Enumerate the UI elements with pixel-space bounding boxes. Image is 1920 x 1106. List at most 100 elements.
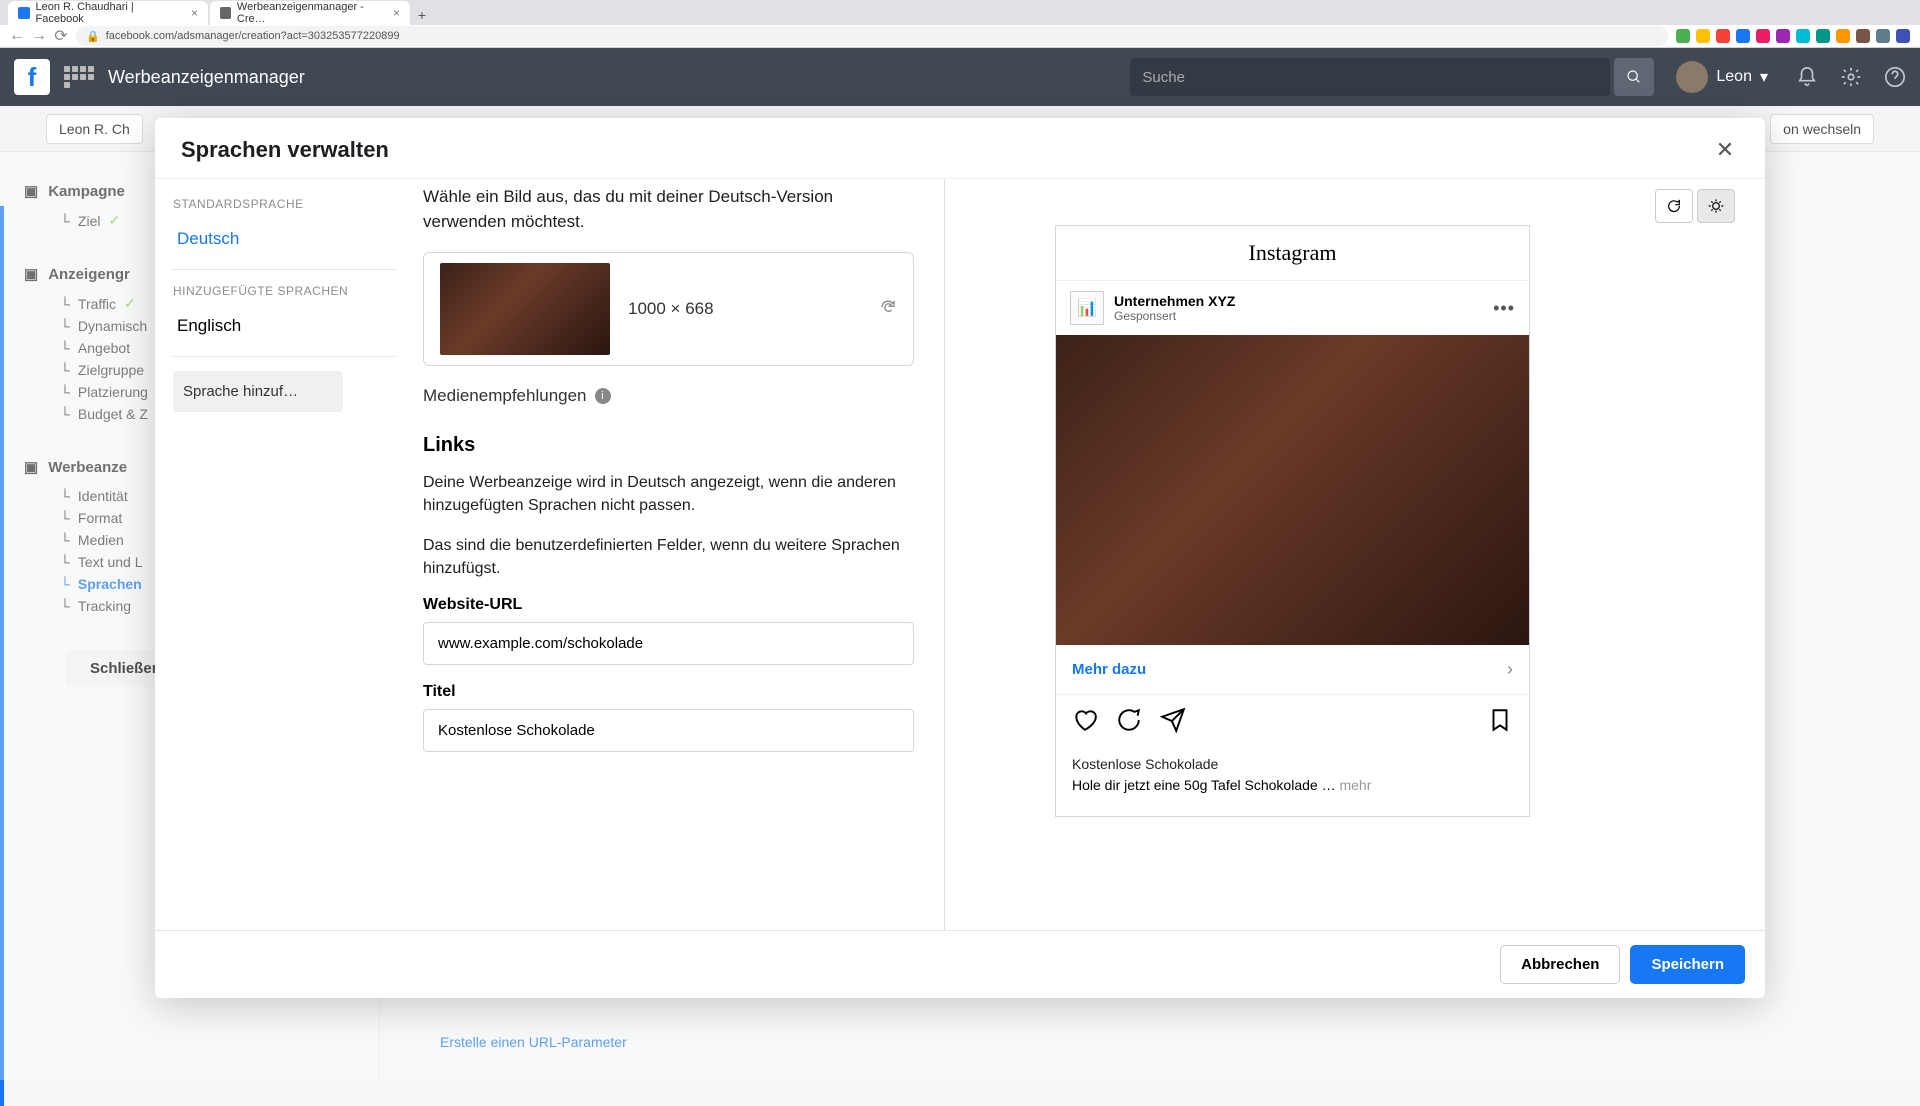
comment-icon[interactable] — [1116, 707, 1142, 738]
url-text: facebook.com/adsmanager/creation?act=303… — [106, 30, 400, 42]
ext-icon[interactable] — [1716, 29, 1730, 43]
ext-icon[interactable] — [1756, 29, 1770, 43]
topnav-icons — [1796, 66, 1906, 88]
top-nav: f Werbeanzeigenmanager Suche Leon ▾ — [0, 48, 1920, 106]
extension-icons — [1676, 29, 1910, 43]
ext-icon[interactable] — [1896, 29, 1910, 43]
title-label: Titel — [423, 683, 914, 701]
modal-header: Sprachen verwalten ✕ — [155, 118, 1765, 179]
refresh-icon[interactable] — [879, 298, 897, 321]
ad-image — [1056, 335, 1529, 645]
center-column: Wähle ein Bild aus, das du mit deiner De… — [405, 179, 945, 930]
instruction-text: Wähle ein Bild aus, das du mit deiner De… — [423, 185, 914, 234]
divider — [173, 356, 395, 357]
ig-actions — [1056, 695, 1529, 750]
lang-englisch[interactable]: Englisch — [173, 310, 395, 342]
reload-button[interactable]: ⟳ — [54, 29, 68, 43]
reload-preview-icon[interactable] — [1655, 189, 1693, 223]
help-icon[interactable] — [1884, 66, 1906, 88]
ext-icon[interactable] — [1736, 29, 1750, 43]
tabs-bar: Leon R. Chaudhari | Facebook × Werbeanzei… — [0, 0, 1920, 25]
cancel-button[interactable]: Abbrechen — [1500, 945, 1620, 984]
advertiser-avatar: 📊 — [1070, 291, 1104, 325]
modal-languages: Sprachen verwalten ✕ Standardsprache Deu… — [155, 118, 1765, 998]
save-button[interactable]: Speichern — [1630, 945, 1745, 984]
close-icon[interactable]: × — [393, 6, 400, 20]
image-thumbnail — [440, 263, 610, 355]
url-field[interactable]: 🔒 facebook.com/adsmanager/creation?act=3… — [76, 26, 1668, 46]
cta-text: Mehr dazu — [1072, 661, 1146, 678]
avatar — [1676, 61, 1708, 93]
instagram-preview: Instagram 📊 Unternehmen XYZ Gesponsert •… — [1055, 225, 1530, 817]
app-switcher-icon[interactable] — [64, 62, 94, 92]
ig-caption: Kostenlose Schokolade Hole dir jetzt ein… — [1056, 750, 1529, 816]
app-title: Werbeanzeigenmanager — [108, 67, 305, 88]
ext-icon[interactable] — [1876, 29, 1890, 43]
modal-body: Standardsprache Deutsch Hinzugefügte Spr… — [155, 179, 1765, 930]
gear-icon[interactable] — [1840, 66, 1862, 88]
share-icon[interactable] — [1160, 707, 1186, 738]
added-lang-label: Hinzugefügte Sprachen — [173, 284, 395, 298]
media-recommendations[interactable]: Medienempfehlungen i — [423, 386, 914, 406]
links-para2: Das sind die benutzerdefinierten Felder,… — [423, 534, 914, 580]
ext-icon[interactable] — [1856, 29, 1870, 43]
default-lang-label: Standardsprache — [173, 197, 395, 211]
preview-tools — [1655, 189, 1735, 223]
lock-icon: 🔒 — [86, 30, 100, 43]
more-link[interactable]: mehr — [1339, 777, 1371, 793]
image-dimensions: 1000 × 668 — [628, 299, 861, 319]
ext-icon[interactable] — [1696, 29, 1710, 43]
ext-icon[interactable] — [1776, 29, 1790, 43]
bookmark-icon[interactable] — [1487, 707, 1513, 738]
ig-profile-row: 📊 Unternehmen XYZ Gesponsert ••• — [1056, 281, 1529, 335]
address-bar: ← → ⟳ 🔒 facebook.com/adsmanager/creation… — [0, 25, 1920, 47]
links-heading: Links — [423, 434, 914, 457]
links-para1: Deine Werbeanzeige wird in Deutsch angez… — [423, 471, 914, 517]
website-url-input[interactable] — [423, 622, 914, 665]
close-icon[interactable]: × — [191, 6, 198, 20]
close-icon[interactable]: ✕ — [1711, 136, 1739, 164]
sponsored-label: Gesponsert — [1114, 309, 1235, 323]
tab-title: Leon R. Chaudhari | Facebook — [36, 1, 179, 25]
lang-deutsch[interactable]: Deutsch — [173, 223, 395, 255]
caption-body: Hole dir jetzt eine 50g Tafel Schokolade… — [1072, 777, 1339, 793]
user-name: Leon — [1716, 68, 1752, 86]
info-icon[interactable]: i — [595, 388, 611, 404]
title-input[interactable] — [423, 709, 914, 752]
ext-icon[interactable] — [1836, 29, 1850, 43]
divider — [173, 269, 395, 270]
chevron-right-icon: › — [1507, 659, 1513, 680]
instagram-logo: Instagram — [1056, 226, 1529, 281]
favicon — [220, 7, 231, 19]
cta-row[interactable]: Mehr dazu › — [1056, 645, 1529, 695]
language-sidebar: Standardsprache Deutsch Hinzugefügte Spr… — [155, 179, 405, 930]
ext-icon[interactable] — [1676, 29, 1690, 43]
bell-icon[interactable] — [1796, 66, 1818, 88]
search-button[interactable] — [1614, 58, 1654, 96]
chevron-down-icon: ▾ — [1760, 67, 1768, 87]
new-tab-button[interactable]: + — [412, 5, 432, 25]
user-menu[interactable]: Leon ▾ — [1676, 61, 1768, 93]
url-label: Website-URL — [423, 596, 914, 614]
facebook-logo[interactable]: f — [14, 59, 50, 95]
search-input[interactable]: Suche — [1130, 58, 1610, 96]
ext-icon[interactable] — [1796, 29, 1810, 43]
browser-chrome: Leon R. Chaudhari | Facebook × Werbeanzei… — [0, 0, 1920, 48]
more-icon[interactable]: ••• — [1493, 298, 1515, 319]
add-language-button[interactable]: Sprache hinzuf… — [173, 371, 343, 412]
search-placeholder: Suche — [1142, 69, 1185, 86]
ext-icon[interactable] — [1816, 29, 1830, 43]
back-button[interactable]: ← — [10, 29, 24, 43]
browser-tab[interactable]: Werbeanzeigenmanager - Cre… × — [210, 1, 410, 25]
modal-footer: Abbrechen Speichern — [155, 930, 1765, 998]
preview-column: Instagram 📊 Unternehmen XYZ Gesponsert •… — [945, 179, 1765, 930]
tab-title: Werbeanzeigenmanager - Cre… — [237, 1, 381, 25]
heart-icon[interactable] — [1072, 707, 1098, 738]
forward-button[interactable]: → — [32, 29, 46, 43]
browser-tab[interactable]: Leon R. Chaudhari | Facebook × — [8, 1, 208, 25]
advertiser-name: Unternehmen XYZ — [1114, 293, 1235, 309]
bug-icon[interactable] — [1697, 189, 1735, 223]
image-card[interactable]: 1000 × 668 — [423, 252, 914, 366]
caption-title: Kostenlose Schokolade — [1072, 754, 1513, 775]
favicon — [18, 7, 30, 19]
